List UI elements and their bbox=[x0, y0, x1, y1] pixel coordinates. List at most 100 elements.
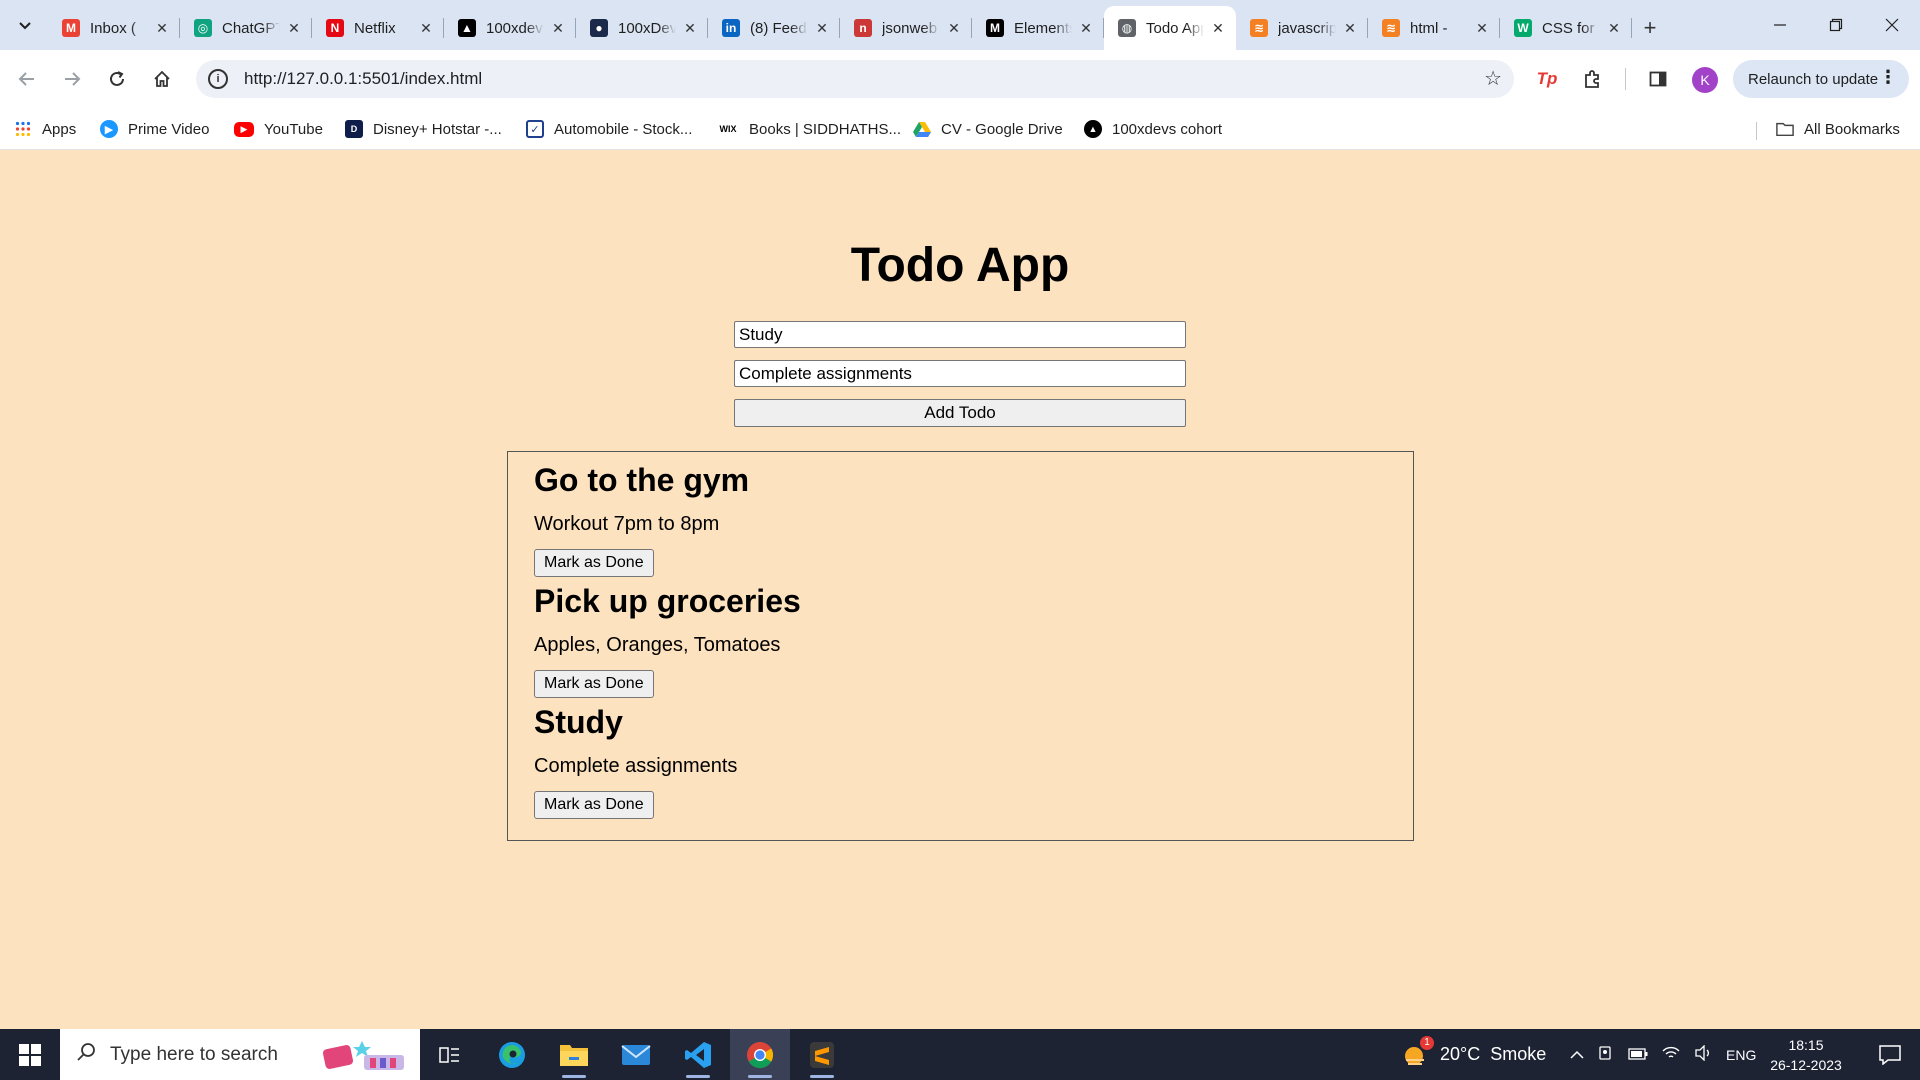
browser-tab[interactable]: in (8) Feed ✕ bbox=[708, 6, 840, 50]
chrome-icon[interactable] bbox=[730, 1029, 790, 1080]
browser-tab[interactable]: ≋ html - ✕ bbox=[1368, 6, 1500, 50]
search-placeholder: Type here to search bbox=[110, 1043, 278, 1065]
tab-title: Todo App bbox=[1146, 19, 1204, 37]
browser-tab[interactable]: W CSS for ✕ bbox=[1500, 6, 1632, 50]
all-bookmarks[interactable]: All Bookmarks bbox=[1776, 116, 1900, 142]
tab-title: 100xDevs bbox=[618, 19, 676, 37]
forward-arrow-icon[interactable] bbox=[55, 62, 89, 96]
browser-tab[interactable]: N Netflix ✕ bbox=[312, 6, 444, 50]
battery-icon[interactable] bbox=[1628, 1047, 1648, 1063]
close-tab-icon[interactable]: ✕ bbox=[286, 20, 302, 37]
bookmark-label: Disney+ Hotstar -... bbox=[373, 120, 502, 138]
todo-item: Go to the gym Workout 7pm to 8pm Mark as… bbox=[534, 462, 749, 577]
browser-tab[interactable]: n jsonweb ✕ bbox=[840, 6, 972, 50]
bookmark-label: CV - Google Drive bbox=[941, 120, 1063, 138]
extensions-puzzle-icon[interactable] bbox=[1577, 64, 1607, 94]
browser-tab[interactable]: ≋ javascript ✕ bbox=[1236, 6, 1368, 50]
close-tab-icon[interactable]: ✕ bbox=[814, 20, 830, 37]
side-panel-icon[interactable] bbox=[1643, 64, 1673, 94]
extension-tp-icon[interactable]: Tp bbox=[1532, 64, 1562, 94]
edge-browser-icon[interactable] bbox=[482, 1029, 542, 1080]
volume-icon[interactable] bbox=[1694, 1044, 1712, 1064]
bookmarks-divider bbox=[1756, 122, 1757, 140]
bookmark-books[interactable]: WIX Books | SIDDHATHS... bbox=[717, 116, 902, 142]
tab-search-chevron-icon[interactable] bbox=[10, 10, 40, 40]
browser-tab[interactable]: ▲ 100xdevs ✕ bbox=[444, 6, 576, 50]
close-tab-icon[interactable]: ✕ bbox=[682, 20, 698, 37]
toolbar-divider bbox=[1625, 68, 1626, 90]
weather-sun-icon: 1 bbox=[1400, 1035, 1434, 1070]
close-tab-icon[interactable]: ✕ bbox=[418, 20, 434, 37]
apps-grid-icon bbox=[14, 120, 32, 138]
weather-widget[interactable]: 1 20°C Smoke bbox=[1400, 1029, 1546, 1080]
all-bookmarks-label: All Bookmarks bbox=[1804, 120, 1900, 138]
bookmark-prime-video[interactable]: ▶ Prime Video bbox=[100, 116, 209, 142]
prime-video-icon: ▶ bbox=[100, 120, 118, 138]
wix-icon: WIX bbox=[719, 124, 737, 134]
search-highlights-icon bbox=[320, 1039, 412, 1071]
taskbar-search-box[interactable]: Type here to search bbox=[60, 1029, 420, 1080]
bookmark-automobile[interactable]: ✓ Automobile - Stock... bbox=[526, 116, 692, 142]
youtube-icon: ▶ bbox=[234, 121, 254, 137]
mail-icon[interactable] bbox=[606, 1029, 666, 1080]
add-todo-button[interactable]: Add Todo bbox=[734, 399, 1186, 427]
close-tab-icon[interactable]: ✕ bbox=[550, 20, 566, 37]
browser-tab[interactable]: M Elements ✕ bbox=[972, 6, 1104, 50]
clock-date: 26-12-2023 bbox=[1770, 1057, 1842, 1073]
restore-icon[interactable] bbox=[1808, 0, 1864, 50]
checkbox-icon: ✓ bbox=[526, 120, 544, 138]
bookmark-100xdevs-cohort[interactable]: ▲ 100xdevs cohort bbox=[1084, 116, 1222, 142]
todo-title-input[interactable] bbox=[734, 321, 1186, 348]
tab-title: Inbox ( bbox=[90, 19, 136, 37]
kebab-menu-icon[interactable]: ⋮ bbox=[1879, 67, 1897, 88]
address-bar[interactable]: i http://127.0.0.1:5501/index.html ☆ bbox=[196, 60, 1514, 98]
bookmark-youtube[interactable]: ▶ YouTube bbox=[234, 116, 323, 142]
close-tab-icon[interactable]: ✕ bbox=[1606, 20, 1622, 37]
reload-icon[interactable] bbox=[100, 62, 134, 96]
sublime-text-icon[interactable] bbox=[792, 1029, 852, 1080]
close-tab-icon[interactable]: ✕ bbox=[1210, 20, 1226, 37]
mark-as-done-button[interactable]: Mark as Done bbox=[534, 670, 654, 698]
meet-now-icon[interactable] bbox=[1598, 1045, 1614, 1064]
100xdevs-icon: ▲ bbox=[458, 19, 476, 37]
clock-time: 18:15 bbox=[1788, 1037, 1824, 1053]
bookmark-star-icon[interactable]: ☆ bbox=[1484, 66, 1502, 91]
windows-start-icon[interactable] bbox=[0, 1029, 60, 1080]
bookmark-google-drive[interactable]: CV - Google Drive bbox=[913, 116, 1063, 142]
notifications-icon[interactable] bbox=[1860, 1029, 1920, 1080]
close-tab-icon[interactable]: ✕ bbox=[1474, 20, 1490, 37]
browser-tab[interactable]: M Inbox (✕ bbox=[48, 6, 180, 50]
close-tab-icon[interactable]: ✕ bbox=[1078, 20, 1094, 37]
home-icon[interactable] bbox=[145, 62, 179, 96]
close-window-icon[interactable] bbox=[1864, 0, 1920, 50]
browser-tab[interactable]: ● 100xDevs ✕ bbox=[576, 6, 708, 50]
back-arrow-icon[interactable] bbox=[10, 62, 44, 96]
wifi-icon[interactable] bbox=[1662, 1046, 1680, 1063]
bookmark-disney-hotstar[interactable]: D Disney+ Hotstar -... bbox=[345, 116, 502, 142]
file-explorer-icon[interactable] bbox=[544, 1029, 604, 1080]
browser-tab[interactable]: ◎ ChatGPT ✕ bbox=[180, 6, 312, 50]
tab-list: M Inbox (✕ ◎ ChatGPT ✕ N Netflix ✕ ▲ 100xdevs ✕ ● 10… bbox=[48, 6, 1668, 50]
todo-description-input[interactable] bbox=[734, 360, 1186, 387]
mark-as-done-button[interactable]: Mark as Done bbox=[534, 549, 654, 577]
show-hidden-icons-chevron-icon[interactable] bbox=[1570, 1047, 1584, 1063]
new-tab-plus-icon[interactable]: + bbox=[1632, 6, 1668, 50]
taskbar-clock[interactable]: 18:15 26-12-2023 bbox=[1766, 1035, 1846, 1075]
profile-avatar[interactable]: K bbox=[1692, 67, 1718, 93]
page-title: Todo App bbox=[850, 239, 1070, 292]
language-indicator[interactable]: ENG bbox=[1726, 1047, 1756, 1063]
bookmark-apps[interactable]: Apps bbox=[14, 116, 76, 142]
browser-tab[interactable]: ◍ Todo App ✕ bbox=[1104, 6, 1236, 50]
relaunch-to-update-button[interactable]: Relaunch to update ⋮ bbox=[1733, 60, 1909, 98]
tab-title: CSS for bbox=[1542, 19, 1595, 37]
url-text[interactable]: http://127.0.0.1:5501/index.html bbox=[244, 69, 482, 89]
close-tab-icon[interactable]: ✕ bbox=[946, 20, 962, 37]
task-view-icon[interactable] bbox=[420, 1029, 480, 1080]
site-info-icon[interactable]: i bbox=[208, 69, 228, 89]
mark-as-done-button[interactable]: Mark as Done bbox=[534, 791, 654, 819]
vscode-icon[interactable] bbox=[668, 1029, 728, 1080]
search-icon bbox=[76, 1042, 96, 1068]
close-tab-icon[interactable]: ✕ bbox=[1342, 20, 1358, 37]
minimize-icon[interactable] bbox=[1752, 0, 1808, 50]
close-tab-icon[interactable]: ✕ bbox=[154, 20, 170, 37]
